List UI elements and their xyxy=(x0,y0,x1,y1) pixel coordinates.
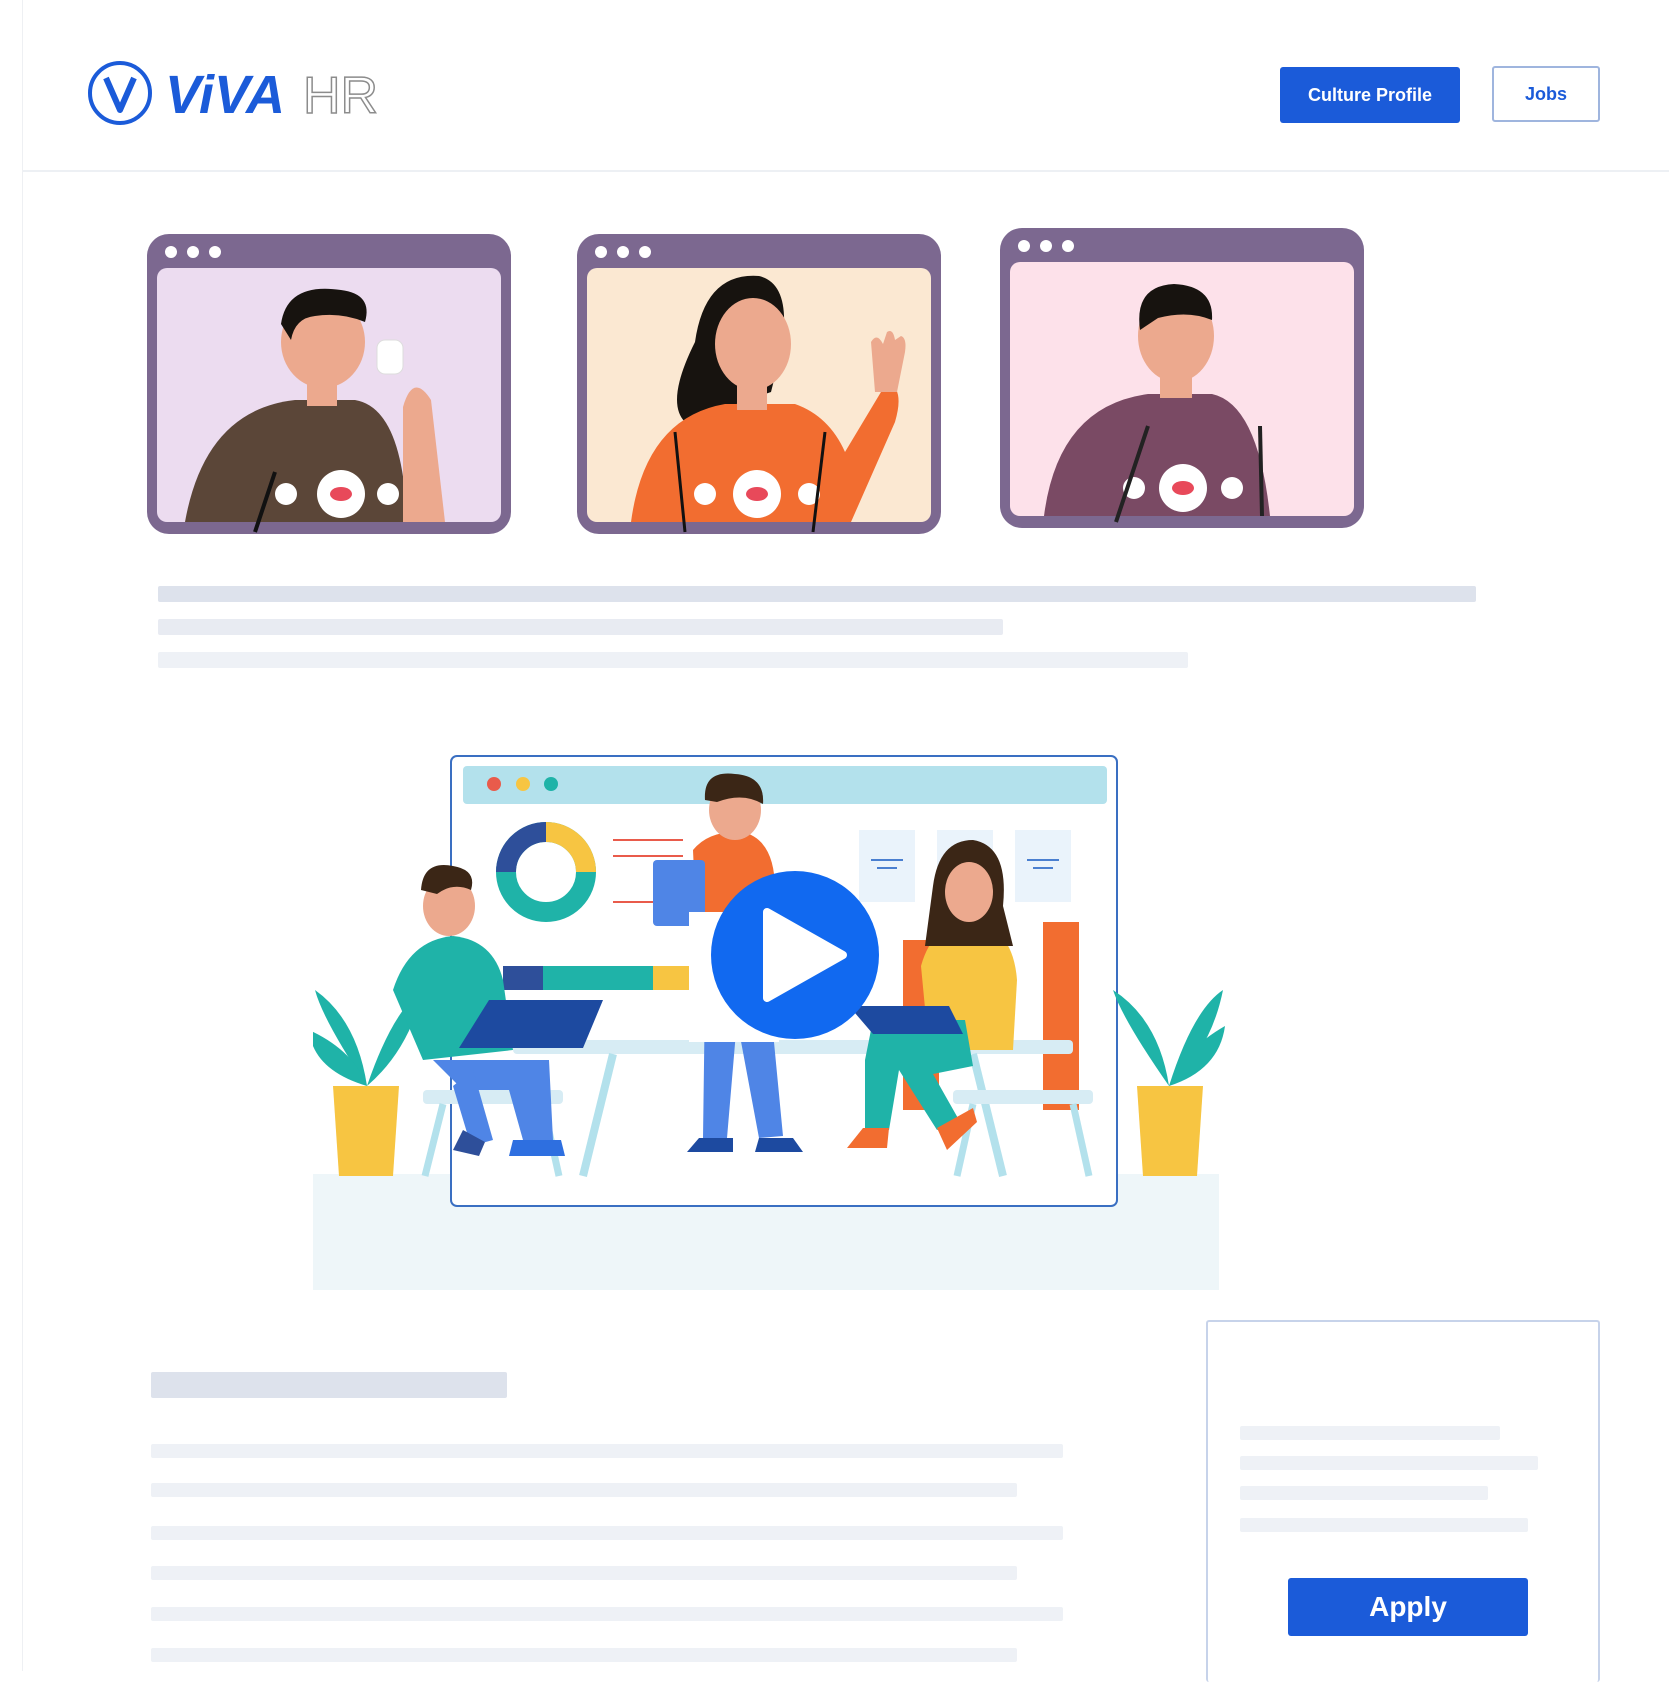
skeleton-line xyxy=(1240,1456,1538,1470)
skeleton-line xyxy=(151,1444,1063,1458)
video-call-window-3 xyxy=(1000,228,1364,528)
video-call-window-2 xyxy=(577,234,941,534)
apply-card: Apply xyxy=(1206,1320,1600,1682)
skeleton-line xyxy=(151,1526,1063,1540)
play-button[interactable] xyxy=(711,871,879,1039)
video-player[interactable] xyxy=(309,690,1243,1290)
skeleton-line xyxy=(151,1483,1017,1497)
brand-logo[interactable]: ViVA HR xyxy=(85,58,385,128)
skeleton-line xyxy=(1240,1518,1528,1532)
culture-profile-button[interactable]: Culture Profile xyxy=(1280,67,1460,123)
apply-button[interactable]: Apply xyxy=(1288,1578,1528,1636)
page: ViVA HR Culture Profile Jobs Apply xyxy=(22,0,1669,1682)
skeleton-line xyxy=(158,586,1476,602)
logo-light-text: HR xyxy=(303,67,378,125)
logo-bold-text: ViVA xyxy=(165,65,285,125)
skeleton-line xyxy=(158,652,1188,668)
skeleton-line xyxy=(151,1648,1017,1662)
skeleton-line xyxy=(158,619,1003,635)
jobs-button[interactable]: Jobs xyxy=(1492,66,1600,122)
header: ViVA HR Culture Profile Jobs xyxy=(23,0,1669,172)
section-title-skeleton xyxy=(151,1372,507,1398)
skeleton-line xyxy=(1240,1426,1500,1440)
skeleton-line xyxy=(151,1566,1017,1580)
skeleton-line xyxy=(151,1607,1063,1621)
skeleton-line xyxy=(1240,1486,1488,1500)
video-call-window-1 xyxy=(147,234,511,534)
team-meeting-illustration xyxy=(309,755,1225,1290)
